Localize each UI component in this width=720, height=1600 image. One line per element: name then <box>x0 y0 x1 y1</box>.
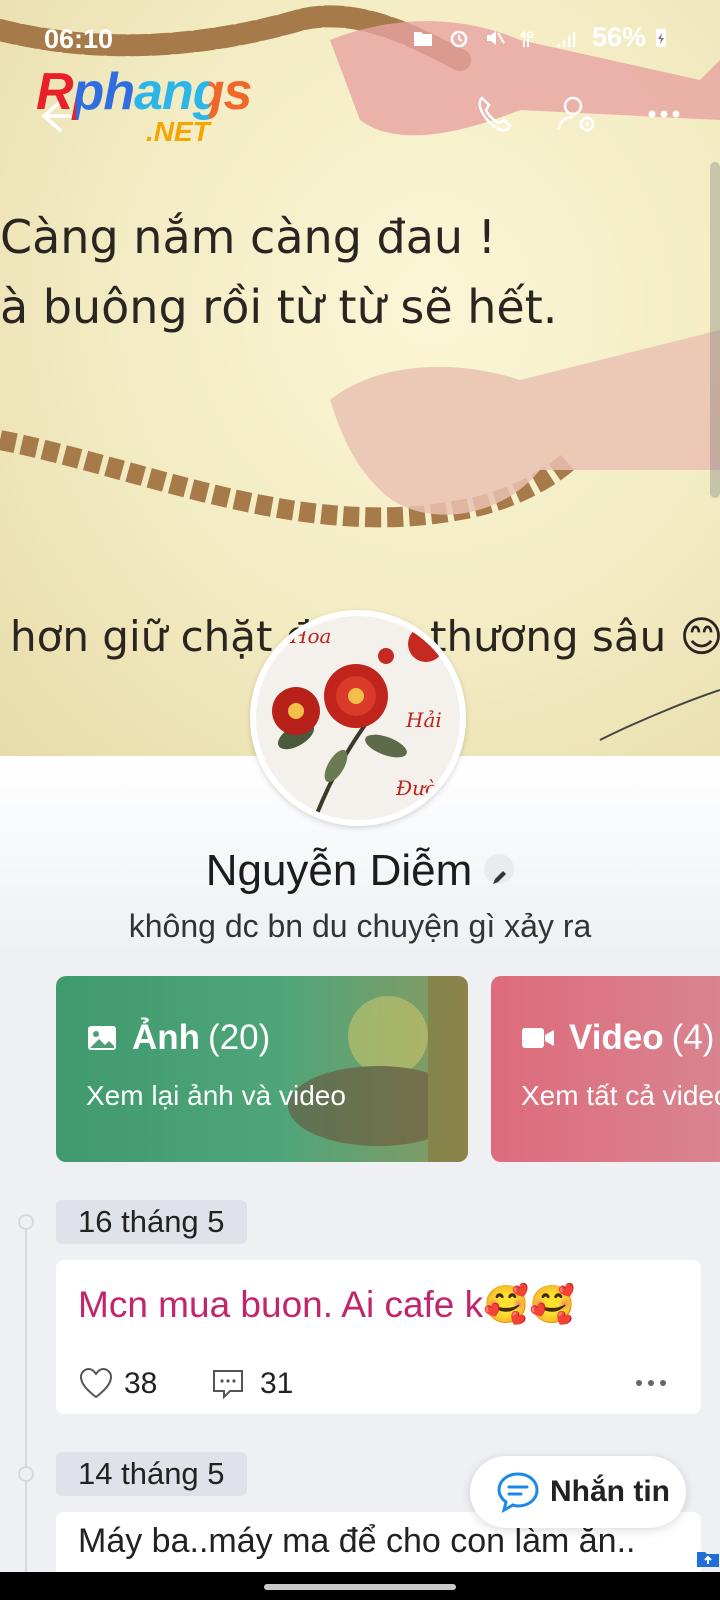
avatar-text-1: Hoa <box>290 624 332 648</box>
svg-text:4G: 4G <box>520 31 534 41</box>
watermark-line-2: .NET <box>146 116 210 147</box>
like-count: 38 <box>124 1367 158 1400</box>
timeline-line <box>25 1222 27 1600</box>
videos-card-title: Video (4) <box>521 1018 714 1058</box>
post-text: Mcn mua buon. Ai cafe k🥰🥰 <box>78 1284 576 1325</box>
phone-call-icon[interactable] <box>470 90 518 138</box>
4g-signal-icon: 4G <box>520 31 534 47</box>
date-chip: 16 tháng 5 <box>56 1200 247 1244</box>
status-time: 06:10 <box>44 24 114 54</box>
date-chip: 14 tháng 5 <box>56 1452 247 1496</box>
profile-status: không dc bn du chuyện gì xảy ra <box>128 908 592 944</box>
profile-name: Nguyễn Diễm <box>0 846 720 896</box>
photos-card[interactable]: Ảnh (20) Xem lại ảnh và video <box>56 976 468 1162</box>
avatar-text-2: Hải <box>406 708 442 732</box>
watermark-logo: Rphangs .NET <box>36 62 252 147</box>
photos-card-subtitle: Xem lại ảnh và video <box>86 1080 346 1111</box>
cover-text-line-2: à buông rồi từ từ sẽ hết. <box>0 280 558 334</box>
photo-icon <box>88 1026 116 1050</box>
pencil-icon <box>493 871 507 885</box>
photos-card-title: Ảnh (20) <box>86 1018 270 1058</box>
birthday-cake-image <box>288 976 468 1162</box>
battery-charging-icon <box>656 28 666 47</box>
avatar[interactable]: Hoa Hải Đườn <box>250 610 466 826</box>
comment-icon[interactable] <box>210 1366 246 1402</box>
cover-text-line-1: Càng nắm càng đau ! <box>0 210 497 264</box>
profile-settings-icon[interactable] <box>553 90 601 138</box>
scrollbar[interactable] <box>710 162 720 498</box>
post-more-icon[interactable] <box>635 1378 667 1388</box>
more-options-icon[interactable] <box>640 90 688 138</box>
watermark-line-1: Rphangs <box>36 63 252 121</box>
send-message-label: Nhắn tin <box>550 1475 670 1508</box>
post-card[interactable]: Mcn mua buon. Ai cafe k🥰🥰 38 31 <box>56 1260 701 1414</box>
post-actions: 38 31 <box>78 1366 293 1402</box>
timeline-dot <box>18 1466 34 1482</box>
alarm-icon <box>450 30 468 47</box>
photos-card-label: Ảnh <box>132 1018 201 1057</box>
videos-card-label: Video <box>569 1018 664 1057</box>
cover-text-line-4: thương sâu 😊 <box>430 612 720 661</box>
upload-folder-icon[interactable] <box>696 1548 720 1568</box>
home-gesture-handle[interactable] <box>264 1584 456 1590</box>
timeline-dot <box>18 1214 34 1230</box>
system-nav-bar <box>0 1572 720 1600</box>
videos-card-count: (4) <box>671 1018 715 1057</box>
top-bar: Rphangs .NET <box>0 63 720 150</box>
avatar-text-3: Đườn <box>396 776 450 800</box>
video-camera-icon <box>522 1028 554 1048</box>
battery-percent: 56% <box>591 22 646 52</box>
profile-name-text: Nguyễn Diễm <box>205 846 473 895</box>
chat-bubble-icon <box>497 1472 539 1513</box>
mute-icon <box>486 30 505 45</box>
videos-card[interactable]: Video (4) Xem tất cả video <box>491 976 720 1162</box>
heart-icon[interactable] <box>78 1366 114 1402</box>
photos-card-count: (20) <box>208 1018 271 1057</box>
send-message-button[interactable]: Nhắn tin <box>470 1456 686 1528</box>
signal-icon <box>557 31 576 47</box>
status-icons: 4G 56% <box>412 22 672 53</box>
comment-count: 31 <box>260 1367 294 1400</box>
folder-icon <box>413 31 432 46</box>
videos-card-subtitle: Xem tất cả video <box>521 1080 720 1111</box>
edit-name-button[interactable] <box>484 854 515 885</box>
